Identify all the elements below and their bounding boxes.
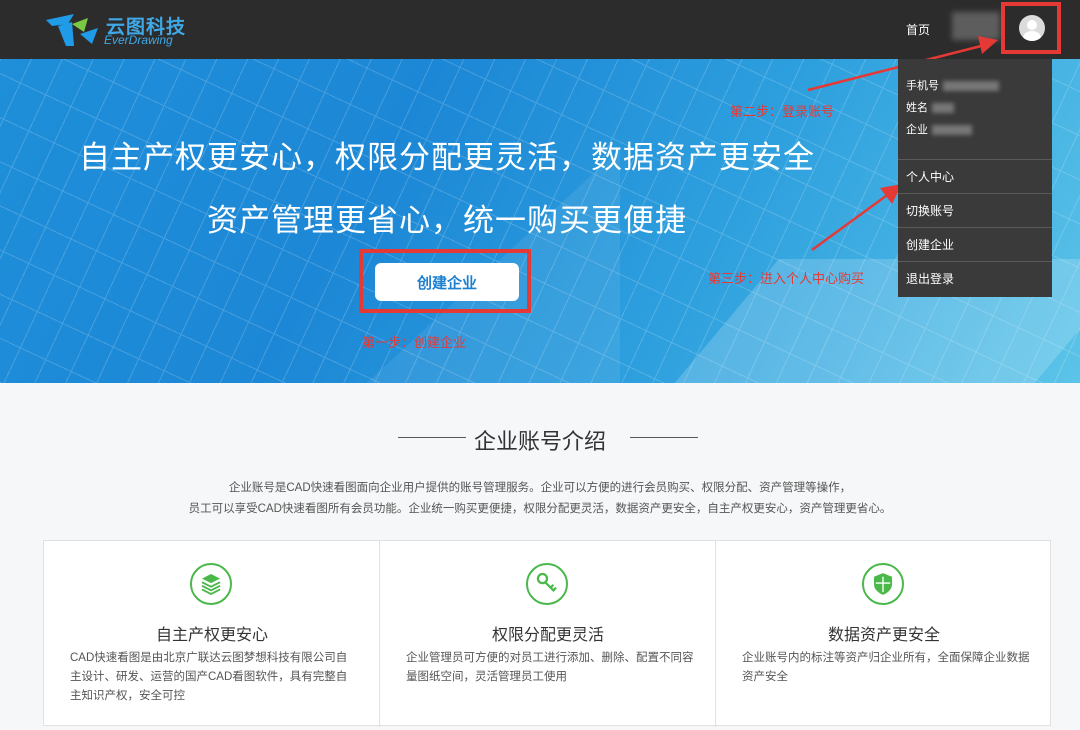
- user-info-panel: 手机号 姓名 企业: [898, 59, 1052, 160]
- feature-card: 数据资产更安全 企业账号内的标注等资产归企业所有，全面保障企业数据资产安全: [716, 541, 1052, 727]
- section-title: 企业账号介绍: [473, 429, 606, 454]
- step3-annotation: 第三步：进入个人中心购买: [708, 271, 865, 286]
- logo[interactable]: 云图科技 EverDrawing: [44, 10, 194, 50]
- phone-label: 手机号: [906, 80, 939, 92]
- feature-card-title: 数据资产更安全: [827, 627, 940, 644]
- create-enterprise-highlight-box: 创建企业: [359, 249, 531, 313]
- intro-paragraph-line1: 企业账号是CAD快速看图面向企业用户提供的账号管理服务。企业可以方便的进行会员购…: [228, 482, 852, 494]
- intro-paragraph-line2: 员工可以享受CAD快速看图所有会员功能。企业统一购买更便捷，权限分配更灵活，数据…: [188, 503, 892, 515]
- user-icon-body: [1023, 31, 1041, 41]
- step2-annotation: 第二步：登录账号: [730, 104, 835, 119]
- feature-card-desc: 企业账号内的标注等资产归企业所有，全面保障企业数据资产安全: [742, 652, 1030, 683]
- logo-text-en: EverDrawing: [104, 33, 173, 47]
- feature-card-desc: 企业管理员可方便的对员工进行添加、删除、配置不同容量图纸空间，灵活管理员工使用: [406, 652, 694, 683]
- hero-title-line2: 资产管理更省心，统一购买更便捷: [207, 203, 687, 238]
- menu-item-logout[interactable]: 退出登录: [898, 262, 1052, 296]
- key-icon: [526, 563, 568, 605]
- avatar[interactable]: [1019, 15, 1045, 41]
- hero-title-line1: 自主产权更安心，权限分配更灵活，数据资产更安全: [79, 140, 815, 175]
- phone-value-blurred: [943, 81, 999, 92]
- title-divider-right: [630, 437, 698, 438]
- step1-annotation: 第一步：创建企业: [362, 335, 467, 350]
- top-header: 云图科技 EverDrawing 首页: [0, 0, 1080, 59]
- user-name-row: 姓名: [906, 97, 1052, 119]
- shield-icon: [862, 563, 904, 605]
- layers-icon: [190, 563, 232, 605]
- user-icon-head: [1027, 20, 1037, 30]
- name-label: 姓名: [906, 102, 928, 114]
- feature-card-desc: CAD快速看图是由北京广联达云图梦想科技有限公司自主设计、研发、运营的国产CAD…: [70, 652, 348, 702]
- logo-mark-icon: [46, 14, 98, 46]
- nav-home-link[interactable]: 首页: [906, 21, 930, 38]
- feature-card-title: 权限分配更灵活: [491, 627, 604, 644]
- create-enterprise-button[interactable]: 创建企业: [375, 263, 519, 301]
- username-blurred: [952, 12, 1000, 40]
- name-value-blurred: [932, 103, 954, 114]
- company-value-blurred: [932, 125, 972, 136]
- menu-item-create-enterprise[interactable]: 创建企业: [898, 228, 1052, 262]
- feature-cards: 自主产权更安心 CAD快速看图是由北京广联达云图梦想科技有限公司自主设计、研发、…: [43, 540, 1052, 727]
- menu-item-switch-account[interactable]: 切换账号: [898, 194, 1052, 228]
- avatar-highlight-box: [1001, 2, 1061, 54]
- feature-card-title: 自主产权更安心: [155, 627, 268, 644]
- menu-item-personal-center[interactable]: 个人中心: [898, 160, 1052, 194]
- user-company-row: 企业: [906, 119, 1052, 141]
- feature-card: 自主产权更安心 CAD快速看图是由北京广联达云图梦想科技有限公司自主设计、研发、…: [44, 541, 380, 727]
- user-phone-row: 手机号: [906, 75, 1052, 97]
- feature-card: 权限分配更灵活 企业管理员可方便的对员工进行添加、删除、配置不同容量图纸空间，灵…: [380, 541, 716, 727]
- user-dropdown-menu: 手机号 姓名 企业 个人中心 切换账号 创建企业 退出登录: [898, 59, 1052, 297]
- company-label: 企业: [906, 124, 928, 136]
